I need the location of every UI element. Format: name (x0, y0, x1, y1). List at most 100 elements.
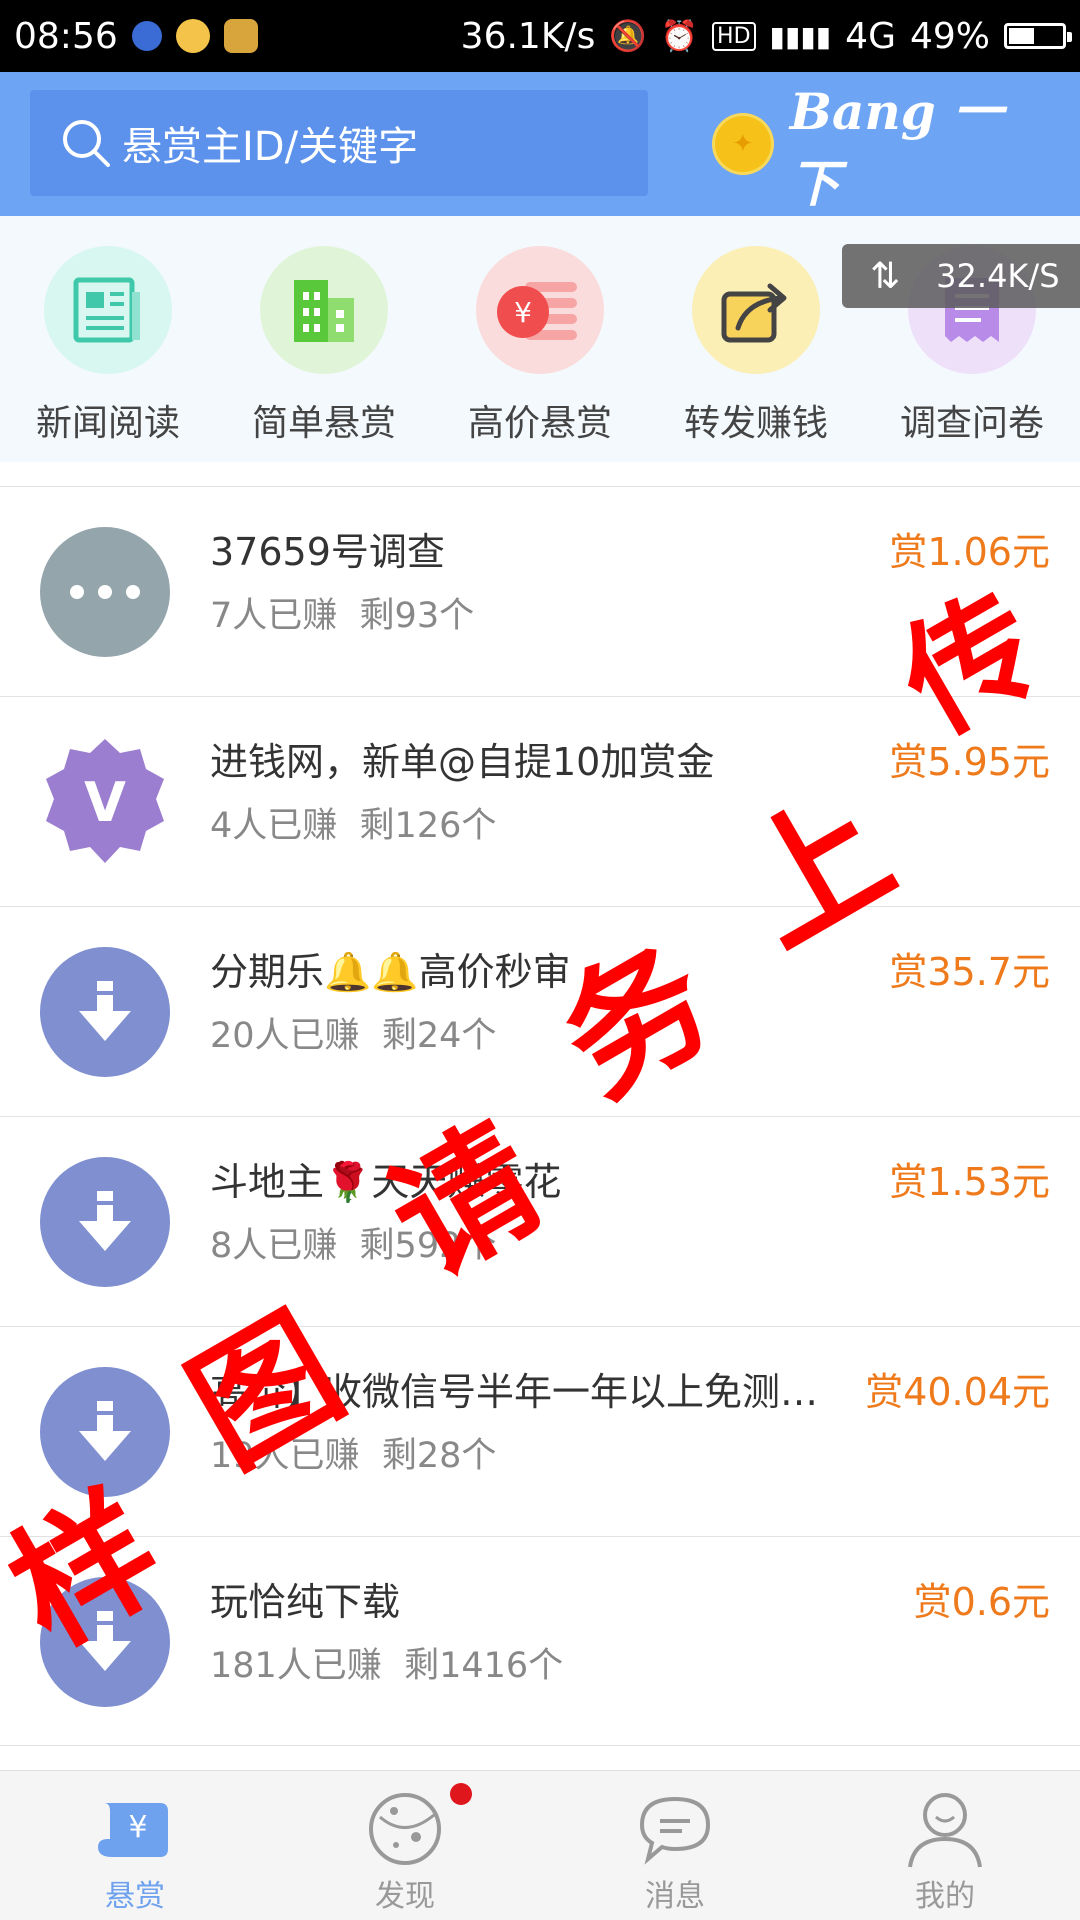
task-title: 玩恰纯下载 (210, 1580, 401, 1624)
task-row[interactable]: 37659号调查 7人已赚 剩93个 赏1.06元 (0, 486, 1080, 696)
task-row[interactable]: 高价】收微信号半年一年以上免测… 19人已赚 剩28个 赏40.04元 (0, 1326, 1080, 1536)
network-type: 4G (845, 15, 896, 57)
net-speed-overlay-text: 32.4K/S (936, 257, 1060, 295)
tab-label: 发现 (375, 1879, 435, 1914)
task-remaining: 剩592个 (359, 1226, 497, 1266)
tab-label: 我的 (915, 1879, 975, 1914)
category-high-reward[interactable]: ¥ 高价悬赏 (432, 216, 648, 462)
task-title: 37659号调查 (210, 530, 445, 574)
mute-icon: 🔕 (609, 18, 647, 54)
category-circle: ¥ (476, 246, 604, 374)
yuan-stack-icon: ¥ (497, 282, 577, 340)
coin-icon: ✦ (712, 113, 774, 175)
bottom-tab-bar: ¥ 悬赏 发现 消息 我的 (0, 1770, 1080, 1920)
task-reward: 赏0.6元 (913, 1580, 1050, 1624)
reward-scroll-icon: ¥ (98, 1803, 168, 1857)
v-badge-icon: V (40, 737, 170, 867)
task-title: 分期乐🔔🔔高价秒审 (210, 950, 571, 994)
more-dots-icon (40, 527, 170, 657)
task-reward: 赏35.7元 (889, 950, 1050, 994)
download-icon (40, 1157, 170, 1287)
task-stats: 8人已赚 剩592个 (210, 1217, 496, 1268)
planet-icon (369, 1793, 441, 1865)
tab-reward[interactable]: ¥ 悬赏 (0, 1771, 270, 1920)
header-bar: 悬赏主ID/关键字 ✦ Bang 一下 (0, 72, 1080, 216)
task-list: 37659号调查 7人已赚 剩93个 赏1.06元 V 进钱网，新单@自提10加… (0, 486, 1080, 1746)
task-reward: 赏40.04元 (865, 1370, 1050, 1414)
category-label: 简单悬赏 (251, 403, 396, 444)
svg-text:¥: ¥ (128, 1810, 147, 1845)
bang-button[interactable]: ✦ Bang 一下 (712, 82, 1052, 213)
download-icon (40, 1367, 170, 1497)
task-earned: 19人已赚 (210, 1436, 360, 1476)
task-row[interactable]: V 进钱网，新单@自提10加赏金 4人已赚 剩126个 赏5.95元 (0, 696, 1080, 906)
download-icon (40, 947, 170, 1077)
notification-dot (450, 1783, 472, 1805)
task-earned: 20人已赚 (210, 1016, 360, 1056)
task-stats: 20人已赚 剩24个 (210, 1007, 496, 1058)
category-circle (260, 246, 388, 374)
battery-icon (1004, 23, 1072, 49)
category-circle (692, 246, 820, 374)
category-label: 新闻阅读 (35, 403, 180, 444)
task-row[interactable]: 玩恰纯下载 181人已赚 剩1416个 赏0.6元 (0, 1536, 1080, 1746)
task-stats: 19人已赚 剩28个 (210, 1427, 496, 1478)
task-earned: 181人已赚 (210, 1646, 382, 1686)
tab-me[interactable]: 我的 (810, 1771, 1080, 1920)
svg-text:V: V (84, 771, 126, 834)
task-earned: 4人已赚 (210, 806, 338, 846)
category-label: 转发赚钱 (683, 403, 828, 444)
net-speed-overlay: ⇅ 32.4K/S (842, 244, 1080, 308)
task-reward: 赏1.06元 (889, 530, 1050, 574)
task-remaining: 剩93个 (359, 596, 475, 636)
notification-app-icon (175, 19, 210, 53)
share-icon (721, 283, 787, 343)
newspaper-icon (73, 277, 140, 343)
notification-app-icon (223, 19, 258, 53)
task-stats: 4人已赚 剩126个 (210, 797, 496, 848)
task-remaining: 剩126个 (359, 806, 497, 846)
status-bar: 08:56 36.1K/s 🔕 ⏰ HD ▮▮▮▮ 4G 49% (0, 0, 1080, 72)
task-earned: 8人已赚 (210, 1226, 338, 1266)
battery-percent: 49% (909, 15, 990, 57)
tab-label: 消息 (645, 1879, 705, 1914)
tab-messages[interactable]: 消息 (540, 1771, 810, 1920)
notification-app-icon (131, 21, 162, 51)
category-news[interactable]: 新闻阅读 (0, 216, 216, 462)
task-row[interactable]: 分期乐🔔🔔高价秒审 20人已赚 剩24个 赏35.7元 (0, 906, 1080, 1116)
task-reward: 赏5.95元 (889, 740, 1050, 784)
building-icon (294, 280, 354, 342)
search-placeholder: 悬赏主ID/关键字 (122, 124, 419, 170)
task-remaining: 剩24个 (381, 1016, 497, 1056)
task-title: 进钱网，新单@自提10加赏金 (210, 740, 715, 784)
download-icon (40, 1577, 170, 1707)
chat-bubble-icon (639, 1796, 711, 1865)
signal-icon: ▮▮▮▮ (769, 19, 832, 53)
tab-label: 悬赏 (105, 1879, 165, 1914)
category-simple-reward[interactable]: 简单悬赏 (216, 216, 432, 462)
search-icon (63, 120, 110, 167)
category-circle (44, 246, 172, 374)
task-title: 斗地主🌹天天赚零花 (210, 1160, 562, 1204)
bang-button-label: Bang 一下 (789, 82, 1004, 213)
task-stats: 7人已赚 剩93个 (210, 587, 474, 638)
task-remaining: 剩1416个 (404, 1646, 564, 1686)
category-share-earn[interactable]: 转发赚钱 (648, 216, 864, 462)
alarm-icon: ⏰ (660, 18, 699, 54)
svg-text:¥: ¥ (514, 296, 532, 329)
tab-discover[interactable]: 发现 (270, 1771, 540, 1920)
task-earned: 7人已赚 (210, 596, 338, 636)
task-stats: 181人已赚 剩1416个 (210, 1637, 563, 1688)
search-input[interactable]: 悬赏主ID/关键字 (30, 90, 648, 196)
task-row[interactable]: 斗地主🌹天天赚零花 8人已赚 剩592个 赏1.53元 (0, 1116, 1080, 1326)
task-remaining: 剩28个 (381, 1436, 497, 1476)
task-title: 高价】收微信号半年一年以上免测… (210, 1370, 819, 1414)
status-time: 08:56 (14, 15, 118, 57)
category-label: 高价悬赏 (467, 403, 612, 444)
task-reward: 赏1.53元 (889, 1160, 1050, 1204)
status-net-speed: 36.1K/s (460, 15, 596, 57)
user-smile-icon (908, 1793, 982, 1868)
hd-icon: HD (712, 21, 756, 51)
swap-arrows-icon: ⇅ (870, 255, 901, 297)
category-label: 调查问卷 (899, 403, 1044, 444)
